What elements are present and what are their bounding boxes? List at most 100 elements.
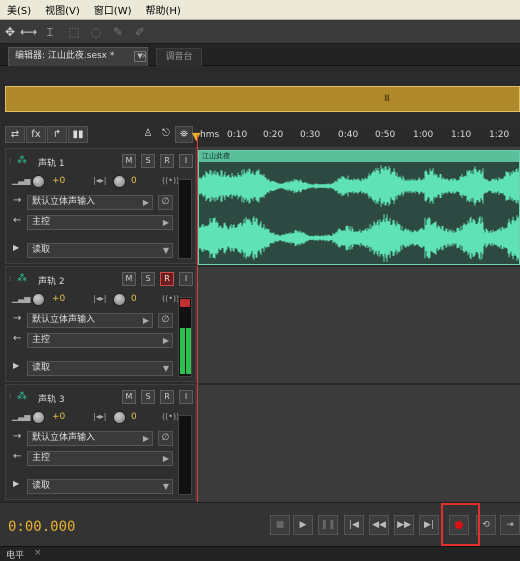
volume-value[interactable]: +0 — [52, 412, 65, 422]
ruler-label: 0:30 — [300, 130, 321, 140]
solo-button[interactable]: S — [141, 154, 155, 168]
play-button[interactable]: ▶ — [293, 515, 313, 535]
spot-healing-tool-icon[interactable]: ✐ — [132, 24, 148, 40]
volume-icon: ▁▃▅ — [12, 294, 31, 303]
drag-grip-icon[interactable]: ⁞ — [9, 394, 11, 401]
drag-grip-icon[interactable]: ⁞ — [9, 276, 11, 283]
mute-button[interactable]: M — [122, 154, 136, 168]
solo-button[interactable]: S — [141, 390, 155, 404]
record-arm-button[interactable]: R — [160, 390, 174, 404]
automation-select[interactable]: 读取 ▼ — [27, 479, 173, 494]
menu-help[interactable]: 帮助(H) — [139, 2, 188, 17]
pan-value[interactable]: 0 — [131, 176, 137, 186]
pan-knob[interactable] — [113, 293, 126, 306]
automation-select[interactable]: 读取 ▼ — [27, 361, 173, 376]
brush-tool-icon[interactable]: ✎ — [110, 24, 126, 40]
pan-value[interactable]: 0 — [131, 412, 137, 422]
phase-invert-button[interactable]: ∅ — [158, 431, 173, 446]
marquee-tool-icon[interactable]: ⬚ — [66, 24, 82, 40]
track-name[interactable]: 声轨 1 — [38, 156, 65, 169]
lasso-tool-icon[interactable]: ◌ — [88, 24, 104, 40]
phase-invert-button[interactable]: ∅ — [158, 313, 173, 328]
editor-tab[interactable]: 编辑器: 江山此夜.sesx * ▼ — [8, 47, 148, 66]
input-monitor-button[interactable]: I — [179, 154, 193, 168]
volume-knob[interactable] — [32, 411, 45, 424]
menu-window[interactable]: 窗口(W) — [87, 2, 139, 17]
eq-icon[interactable]: ▮▮ — [68, 126, 88, 143]
mute-button[interactable]: M — [122, 390, 136, 404]
razor-tool-icon[interactable]: ⌶ — [42, 24, 58, 40]
fast-forward-button[interactable]: ▶▶ — [394, 515, 414, 535]
headphone-monitor-icon[interactable]: ⛯ — [175, 126, 193, 143]
mute-button[interactable]: M — [122, 272, 136, 286]
timecode-display[interactable]: 0:00.000 — [8, 519, 75, 535]
track-header-3[interactable]: ⁞ ⁂ 声轨 3 M S R I ▁▃▅ +0 |◂▸| 0 ((•)) → 默… — [5, 384, 196, 500]
sends-icon[interactable]: ↱ — [47, 126, 67, 143]
menu-view[interactable]: 视图(V) — [38, 2, 87, 17]
move-tool-icon[interactable]: ✥ — [2, 24, 18, 40]
output-select[interactable]: 主控 ▶ — [27, 333, 173, 348]
volume-value[interactable]: +0 — [52, 176, 65, 186]
inputs-outputs-icon[interactable]: ⇄ — [5, 126, 25, 143]
levels-panel-tab[interactable]: 电平 × — [0, 546, 520, 561]
time-selection-tool-icon[interactable]: ⟷ — [20, 24, 37, 40]
effects-fx-icon[interactable]: fx — [26, 126, 46, 143]
pan-value[interactable]: 0 — [131, 294, 137, 304]
output-select-value: 主控 — [32, 217, 51, 227]
volume-knob[interactable] — [32, 175, 45, 188]
output-select[interactable]: 主控 ▶ — [27, 451, 173, 466]
timeline-ruler[interactable]: hms 0:10 0:20 0:30 0:40 0:50 1:00 1:10 1… — [196, 128, 520, 148]
stereo-icon[interactable]: ((•)) — [162, 294, 179, 303]
solo-button[interactable]: S — [141, 272, 155, 286]
ruler-label: 1:20 — [489, 130, 510, 140]
input-monitor-button[interactable]: I — [179, 272, 193, 286]
volume-knob[interactable] — [32, 293, 45, 306]
expand-icon[interactable]: ▶ — [13, 479, 19, 488]
input-arrow-icon: → — [13, 195, 22, 206]
stereo-icon[interactable]: ((•)) — [162, 412, 179, 421]
chevron-right-icon: ▶ — [162, 336, 169, 345]
levels-tab-close-icon[interactable]: × — [34, 548, 42, 558]
track-header-1[interactable]: ⁞ ⁂ 声轨 1 M S R I ▁▃▅ +0 |◂▸| 0 ((•)) → 默… — [5, 148, 196, 264]
editor-tab-strip: 编辑器: 江山此夜.sesx * ▼ × 调音台 — [0, 44, 520, 66]
record-arm-button[interactable]: R — [160, 154, 174, 168]
menu-effects[interactable]: 美(S) — [0, 2, 38, 17]
pan-knob[interactable] — [113, 411, 126, 424]
automation-select[interactable]: 读取 ▼ — [27, 243, 173, 258]
output-arrow-icon: ← — [13, 215, 22, 226]
scroll-sync-icon[interactable]: ⎋ — [157, 126, 175, 143]
input-select[interactable]: 默认立体声输入 ▶ — [27, 431, 153, 446]
overview-scroll-handle[interactable]: III — [384, 94, 390, 104]
record-arm-button[interactable]: R — [160, 272, 174, 286]
go-to-end-button[interactable]: ▶| — [419, 515, 439, 535]
drag-grip-icon[interactable]: ⁞ — [9, 158, 11, 165]
volume-value[interactable]: +0 — [52, 294, 65, 304]
expand-icon[interactable]: ▶ — [13, 243, 19, 252]
skip-selection-button[interactable]: ⇥ — [500, 515, 520, 535]
levels-tab-label: 电平 — [6, 551, 25, 561]
track-name[interactable]: 声轨 2 — [38, 274, 65, 287]
mixer-tab[interactable]: 调音台 — [156, 48, 202, 66]
input-monitor-button[interactable]: I — [179, 390, 193, 404]
input-arrow-icon: → — [13, 431, 22, 442]
multitrack-timeline[interactable]: 江山此夜 — [196, 148, 520, 502]
metronome-icon[interactable]: ♙ — [139, 126, 157, 143]
expand-icon[interactable]: ▶ — [13, 361, 19, 370]
go-to-start-button[interactable]: |◀ — [344, 515, 364, 535]
rewind-button[interactable]: ◀◀ — [369, 515, 389, 535]
track-name[interactable]: 声轨 3 — [38, 392, 65, 405]
pause-button[interactable]: ❚❚ — [318, 515, 338, 535]
stereo-icon[interactable]: ((•)) — [162, 176, 179, 185]
volume-pan-row: ▁▃▅ +0 |◂▸| 0 ((•)) — [10, 410, 190, 426]
pan-knob[interactable] — [113, 175, 126, 188]
stop-button[interactable]: ■ — [270, 515, 290, 535]
input-select[interactable]: 默认立体声输入 ▶ — [27, 313, 153, 328]
track-header-2[interactable]: ⁞ ⁂ 声轨 2 M S R I ▁▃▅ +0 |◂▸| 0 ((•)) → 默… — [5, 266, 196, 382]
input-select[interactable]: 默认立体声输入 ▶ — [27, 195, 153, 210]
output-select[interactable]: 主控 ▶ — [27, 215, 173, 230]
playhead[interactable] — [197, 135, 198, 502]
audio-clip[interactable]: 江山此夜 — [198, 150, 520, 265]
session-overview-bar[interactable]: III — [5, 86, 520, 112]
phase-invert-button[interactable]: ∅ — [158, 195, 173, 210]
editor-tab-close-icon[interactable]: × — [141, 51, 148, 60]
